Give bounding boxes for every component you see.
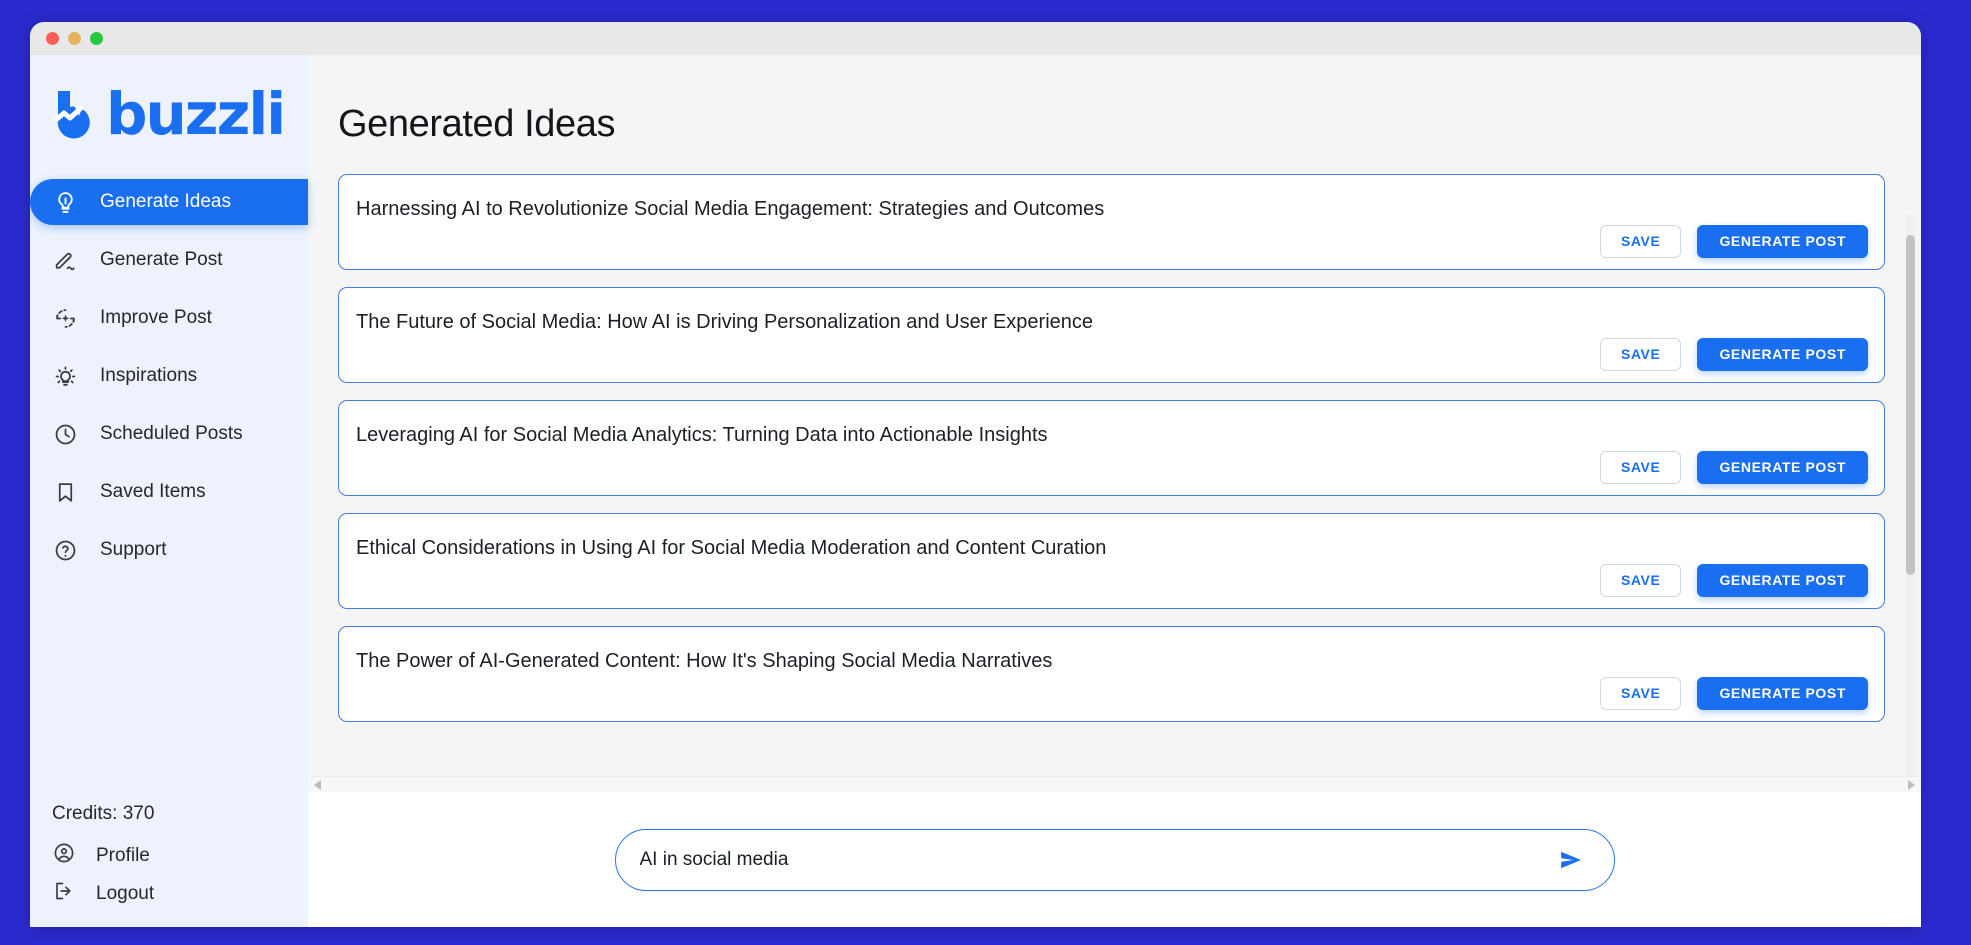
logout-button[interactable]: Logout — [52, 875, 308, 913]
app-body: buzzli Generate Ideas Generate Post Impr… — [30, 55, 1921, 927]
idea-card[interactable]: The Power of AI-Generated Content: How I… — [338, 626, 1885, 722]
prompt-input-wrapper[interactable] — [614, 828, 1615, 891]
bookmark-icon — [52, 479, 78, 505]
vertical-scrollbar-thumb[interactable] — [1906, 235, 1915, 575]
generate-post-button[interactable]: GENERATE POST — [1697, 225, 1868, 258]
save-button[interactable]: SAVE — [1599, 451, 1682, 484]
window-titlebar — [30, 22, 1921, 55]
sidebar-item-inspirations[interactable]: Inspirations — [30, 353, 308, 399]
close-window-button[interactable] — [46, 32, 59, 45]
idea-title: The Power of AI-Generated Content: How I… — [356, 650, 1053, 672]
generate-post-button[interactable]: GENERATE POST — [1697, 338, 1868, 371]
clock-icon — [52, 421, 78, 447]
prompt-input[interactable] — [639, 848, 1554, 871]
idea-title: Leveraging AI for Social Media Analytics… — [356, 424, 1048, 446]
pen-squiggle-icon — [52, 247, 78, 273]
refresh-sparkle-icon — [52, 305, 78, 331]
idea-card[interactable]: The Future of Social Media: How AI is Dr… — [338, 287, 1885, 383]
page-title: Generated Ideas — [338, 103, 616, 145]
browser-window: buzzli Generate Ideas Generate Post Impr… — [30, 22, 1921, 927]
sidebar-item-label: Generate Ideas — [100, 191, 231, 212]
sidebar-item-improve-post[interactable]: Improve Post — [30, 295, 308, 341]
save-button[interactable]: SAVE — [1599, 564, 1682, 597]
sidebar-item-label: Support — [100, 539, 167, 560]
sidebar-nav: Generate Ideas Generate Post Improve Pos… — [30, 169, 308, 579]
save-button[interactable]: SAVE — [1599, 225, 1682, 258]
idea-bulb-rays-icon — [52, 363, 78, 389]
generate-post-button[interactable]: GENERATE POST — [1697, 677, 1868, 710]
sidebar-item-scheduled-posts[interactable]: Scheduled Posts — [30, 411, 308, 457]
idea-card-actions: SAVE GENERATE POST — [1599, 564, 1868, 597]
idea-title: Ethical Considerations in Using AI for S… — [356, 537, 1107, 559]
logout-icon — [52, 879, 76, 909]
sidebar-item-label: Scheduled Posts — [100, 423, 243, 444]
save-button[interactable]: SAVE — [1599, 338, 1682, 371]
idea-title: Harnessing AI to Revolutionize Social Me… — [356, 198, 1105, 220]
horizontal-scrollbar[interactable] — [308, 776, 1921, 792]
sidebar-item-generate-post[interactable]: Generate Post — [30, 237, 308, 283]
logout-label: Logout — [96, 883, 155, 904]
sidebar-item-support[interactable]: Support — [30, 527, 308, 573]
profile-label: Profile — [96, 845, 150, 866]
sidebar-item-label: Saved Items — [100, 481, 206, 502]
scroll-right-arrow-icon[interactable] — [1908, 779, 1915, 790]
sidebar-item-label: Inspirations — [100, 365, 198, 386]
sidebar-item-generate-ideas[interactable]: Generate Ideas — [30, 179, 308, 225]
logo-text: buzzli — [106, 80, 286, 148]
sidebar-item-label: Generate Post — [100, 249, 223, 270]
maximize-window-button[interactable] — [90, 32, 103, 45]
idea-card[interactable]: Leveraging AI for Social Media Analytics… — [338, 400, 1885, 496]
sidebar-item-label: Improve Post — [100, 307, 212, 328]
sidebar-footer: Credits: 370 Profile Logout — [30, 803, 308, 927]
idea-title: The Future of Social Media: How AI is Dr… — [356, 311, 1094, 333]
sidebar-item-saved-items[interactable]: Saved Items — [30, 469, 308, 515]
vertical-scrollbar[interactable] — [1906, 215, 1915, 865]
save-button[interactable]: SAVE — [1599, 677, 1682, 710]
credits-label: Credits: 370 — [52, 803, 155, 824]
profile-button[interactable]: Profile — [52, 837, 308, 875]
send-arrow-icon — [1560, 851, 1581, 868]
idea-card-actions: SAVE GENERATE POST — [1599, 451, 1868, 484]
send-button[interactable] — [1554, 843, 1588, 877]
idea-card[interactable]: Ethical Considerations in Using AI for S… — [338, 513, 1885, 609]
question-circle-icon — [52, 537, 78, 563]
app-logo[interactable]: buzzli — [30, 55, 308, 169]
generate-post-button[interactable]: GENERATE POST — [1697, 564, 1868, 597]
minimize-window-button[interactable] — [68, 32, 81, 45]
buzzli-chart-mark-icon — [54, 91, 90, 139]
sidebar: buzzli Generate Ideas Generate Post Impr… — [30, 55, 308, 927]
scroll-left-arrow-icon[interactable] — [314, 779, 321, 790]
idea-card-actions: SAVE GENERATE POST — [1599, 225, 1868, 258]
lightbulb-icon — [52, 189, 78, 215]
prompt-bar — [308, 792, 1921, 927]
user-circle-icon — [52, 841, 76, 871]
idea-card-actions: SAVE GENERATE POST — [1599, 677, 1868, 710]
idea-card-actions: SAVE GENERATE POST — [1599, 338, 1868, 371]
idea-card[interactable]: Harnessing AI to Revolutionize Social Me… — [338, 174, 1885, 270]
generate-post-button[interactable]: GENERATE POST — [1697, 451, 1868, 484]
